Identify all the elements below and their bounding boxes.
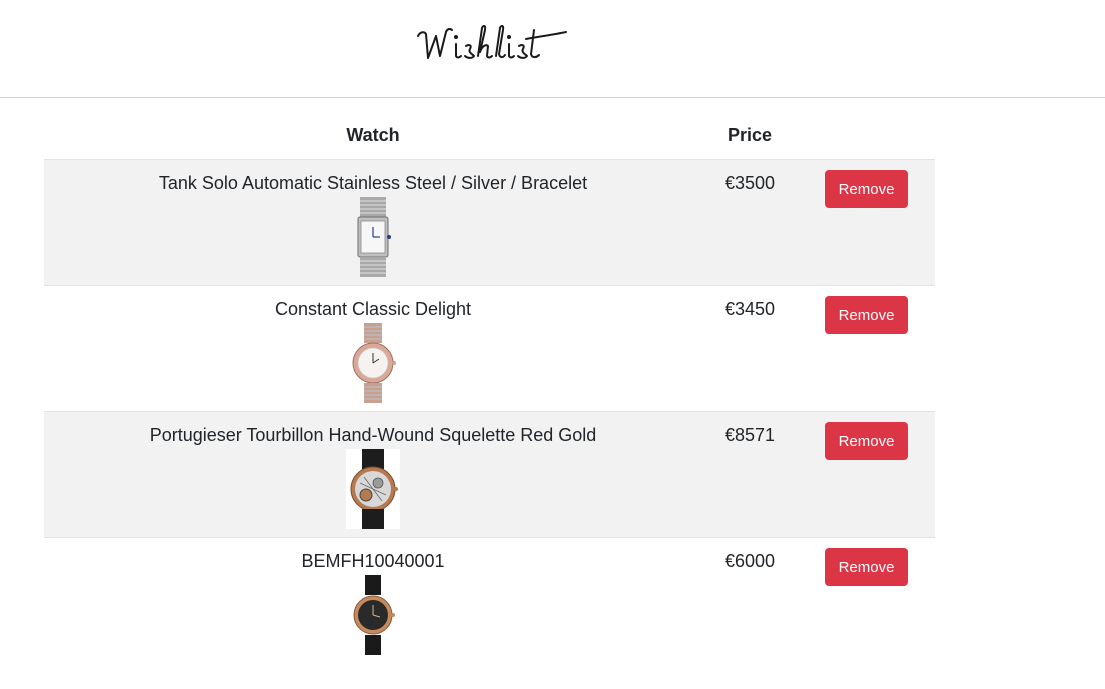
table-row: BEMFH10040001 €6000 Remove bbox=[44, 538, 935, 663]
watch-price: €6000 bbox=[724, 551, 776, 571]
table-row: Tank Solo Automatic Stainless Steel / Si… bbox=[44, 160, 935, 286]
watch-name: Constant Classic Delight bbox=[274, 299, 472, 319]
column-header-price: Price bbox=[727, 125, 773, 145]
page-header bbox=[0, 0, 1105, 98]
watch-price: €8571 bbox=[724, 425, 776, 445]
black-dial-gold-watch-icon bbox=[346, 575, 400, 655]
watch-name: Portugieser Tourbillon Hand-Wound Squele… bbox=[149, 425, 597, 445]
watch-name: Tank Solo Automatic Stainless Steel / Si… bbox=[158, 173, 588, 193]
table-row: Constant Classic Delight €3450 Remove bbox=[44, 286, 935, 412]
table-header: Watch Price bbox=[44, 114, 935, 160]
skeleton-tourbillon-watch-icon bbox=[346, 449, 400, 529]
watch-price: €3450 bbox=[724, 299, 776, 319]
remove-button[interactable]: Remove bbox=[825, 170, 908, 208]
wishlist-table: Watch Price Tank Solo Automatic Stainles… bbox=[44, 114, 935, 663]
wishlist-logo bbox=[417, 24, 567, 59]
watch-price: €3500 bbox=[724, 173, 776, 193]
remove-button[interactable]: Remove bbox=[825, 548, 908, 586]
column-header-watch: Watch bbox=[346, 125, 400, 145]
silver-rectangular-watch-icon bbox=[346, 197, 400, 277]
remove-button[interactable]: Remove bbox=[825, 296, 908, 334]
table-row: Portugieser Tourbillon Hand-Wound Squele… bbox=[44, 412, 935, 538]
two-tone-round-watch-icon bbox=[346, 323, 400, 403]
watch-name: BEMFH10040001 bbox=[301, 551, 445, 571]
remove-button[interactable]: Remove bbox=[825, 422, 908, 460]
